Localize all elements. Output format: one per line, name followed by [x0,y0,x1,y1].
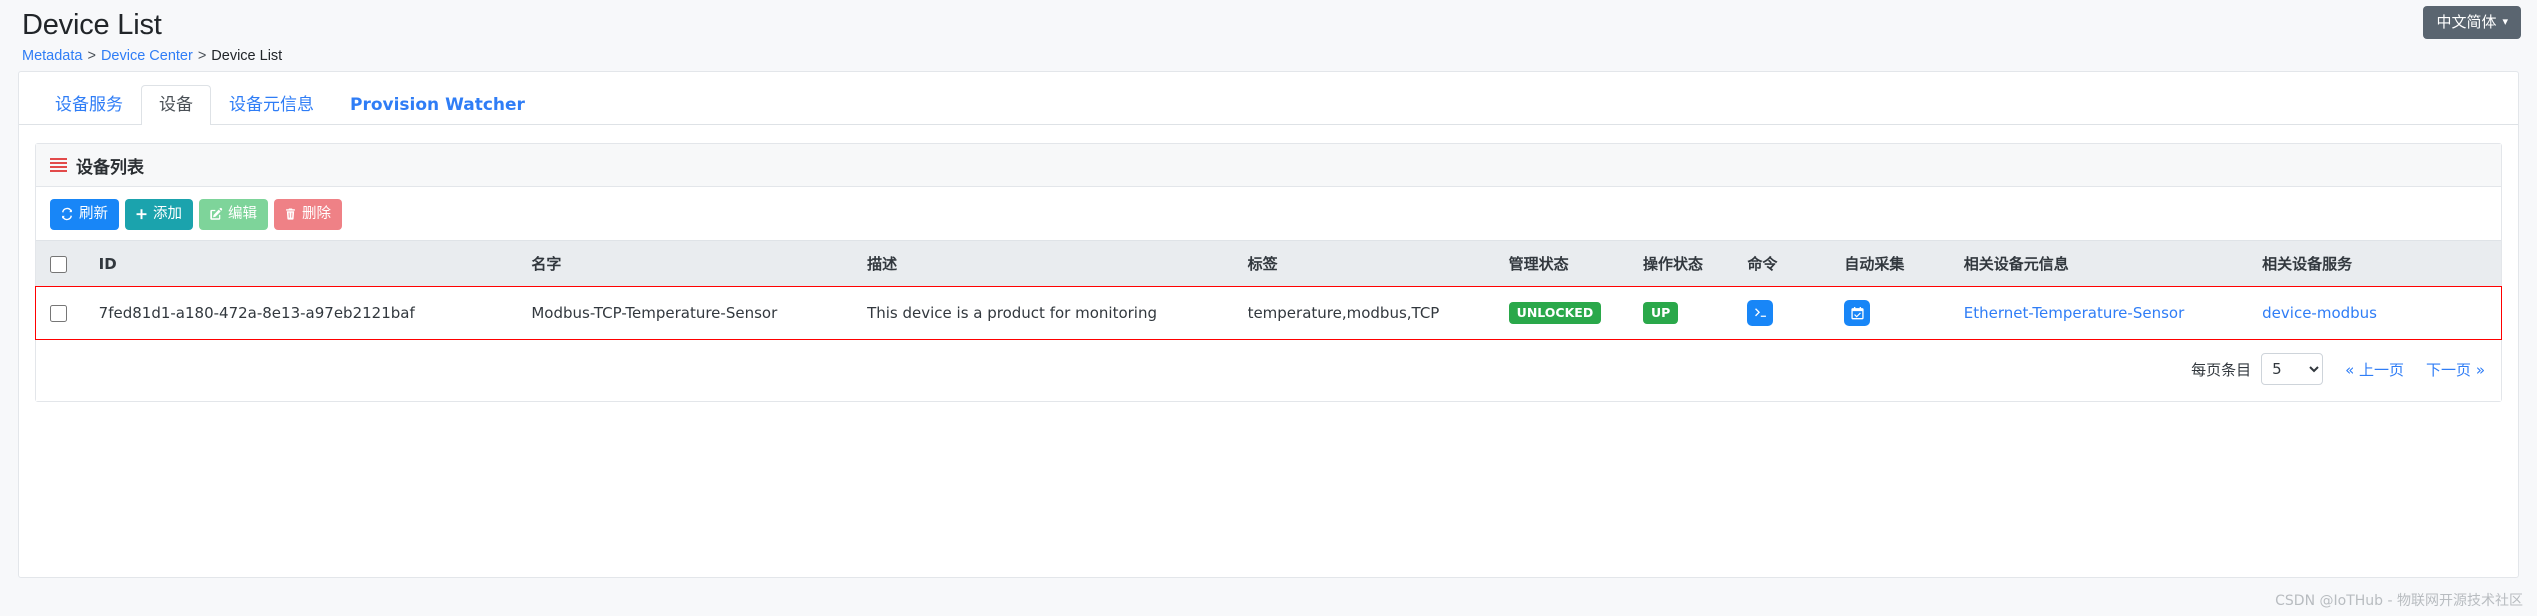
terminal-icon[interactable] [1747,300,1774,326]
pagination-next-link[interactable]: 下一页 » [2426,359,2485,380]
breadcrumb-separator-1: > [87,48,96,64]
header-command: 命令 [1747,240,1845,287]
page-size-label: 每页条目 [2191,360,2252,379]
card-header: 设备列表 [36,144,2501,187]
cell-operating-state: UP [1642,286,1748,339]
breadcrumb: Metadata > Device Center > Device List [22,46,2515,66]
row-checkbox[interactable] [50,305,67,322]
cell-command [1747,286,1845,339]
language-selector-label: 中文简体 [2436,13,2497,31]
pencil-square-icon [210,207,223,220]
cell-device-service: device-modbus [2262,286,2501,339]
refresh-button-label: 刷新 [79,206,108,222]
pagination-bar: 每页条目 5 « 上一页 下一页 » [36,339,2501,401]
breadcrumb-item-device-center[interactable]: Device Center [101,48,193,64]
pagination-prev-link[interactable]: « 上一页 [2345,359,2404,380]
header-device-profile: 相关设备元信息 [1963,240,2263,287]
chevron-down-icon: ▾ [2502,15,2508,28]
table-head: ID 名字 描述 标签 管理状态 操作状态 命令 自动采集 相关设备元信息 相关… [36,240,2501,287]
calendar-check-icon[interactable] [1844,300,1871,326]
toolbar: 刷新 添加 编辑 删除 [36,187,2501,240]
device-profile-link[interactable]: Ethernet-Temperature-Sensor [1964,304,2185,322]
delete-button-label: 删除 [302,206,331,222]
breadcrumb-separator-2: > [197,48,207,64]
cell-autoevent [1844,286,1964,339]
tab-provision-watcher[interactable]: Provision Watcher [332,85,543,125]
tab-device-profile[interactable]: 设备元信息 [211,85,332,125]
cell-description: This device is a product for monitoring [867,286,1248,339]
header-admin-state: 管理状态 [1508,240,1643,287]
add-button-label: 添加 [153,206,182,222]
table-row[interactable]: 7fed81d1-a180-472a-8e13-a97eb2121baf Mod… [35,285,2502,340]
main-panel: 设备服务 设备 设备元信息 Provision Watcher 设备列表 刷新 … [18,71,2519,578]
edit-button-label: 编辑 [228,206,257,222]
header-operating-state: 操作状态 [1642,240,1748,287]
device-service-link[interactable]: device-modbus [2262,304,2377,322]
delete-button[interactable]: 删除 [274,199,342,230]
select-all-checkbox[interactable] [50,255,67,273]
header-select-all [36,240,99,287]
card-title: 设备列表 [76,157,144,178]
table-body: 7fed81d1-a180-472a-8e13-a97eb2121baf Mod… [35,285,2502,340]
add-button[interactable]: 添加 [125,199,193,230]
page-title: Device List [22,9,162,41]
device-list-card: 设备列表 刷新 添加 编辑 删除 ID 名字 描述 标签 管理状态 操作状态 命… [35,143,2502,402]
row-select-cell [36,286,99,339]
breadcrumb-item-metadata[interactable]: Metadata [22,48,82,64]
tab-device-service[interactable]: 设备服务 [37,85,141,125]
list-icon [50,158,67,172]
cell-labels: temperature,modbus,TCP [1247,286,1509,339]
header-id: ID [98,240,532,287]
header-device-service: 相关设备服务 [2262,240,2501,287]
language-selector-button[interactable]: 中文简体 ▾ [2423,6,2521,39]
page-size-select[interactable]: 5 [2261,353,2324,385]
device-table: ID 名字 描述 标签 管理状态 操作状态 命令 自动采集 相关设备元信息 相关… [35,240,2502,340]
table-header-row: ID 名字 描述 标签 管理状态 操作状态 命令 自动采集 相关设备元信息 相关… [36,240,2501,287]
footer-watermark: CSDN @IoTHub - 物联网开源技术社区 [2275,593,2523,609]
tab-bar: 设备服务 设备 设备元信息 Provision Watcher [19,72,2518,125]
trash-icon [286,208,295,220]
header-description: 描述 [867,240,1248,287]
refresh-icon [62,207,72,221]
edit-button[interactable]: 编辑 [199,199,268,230]
plus-icon [136,208,147,219]
cell-device-profile: Ethernet-Temperature-Sensor [1963,286,2263,339]
cell-id: 7fed81d1-a180-472a-8e13-a97eb2121baf [98,286,532,339]
status-badge-operating: UP [1642,302,1679,324]
cell-name: Modbus-TCP-Temperature-Sensor [531,286,868,339]
page-header: Device List Metadata > Device Center > Devic… [0,0,2537,64]
header-name: 名字 [531,240,868,287]
header-autoevent: 自动采集 [1844,240,1964,287]
cell-admin-state: UNLOCKED [1508,286,1643,339]
status-badge-admin: UNLOCKED [1508,302,1602,324]
header-labels: 标签 [1247,240,1509,287]
breadcrumb-item-device-list: Device List [211,48,283,64]
refresh-button[interactable]: 刷新 [50,199,119,230]
tab-device[interactable]: 设备 [141,85,211,125]
